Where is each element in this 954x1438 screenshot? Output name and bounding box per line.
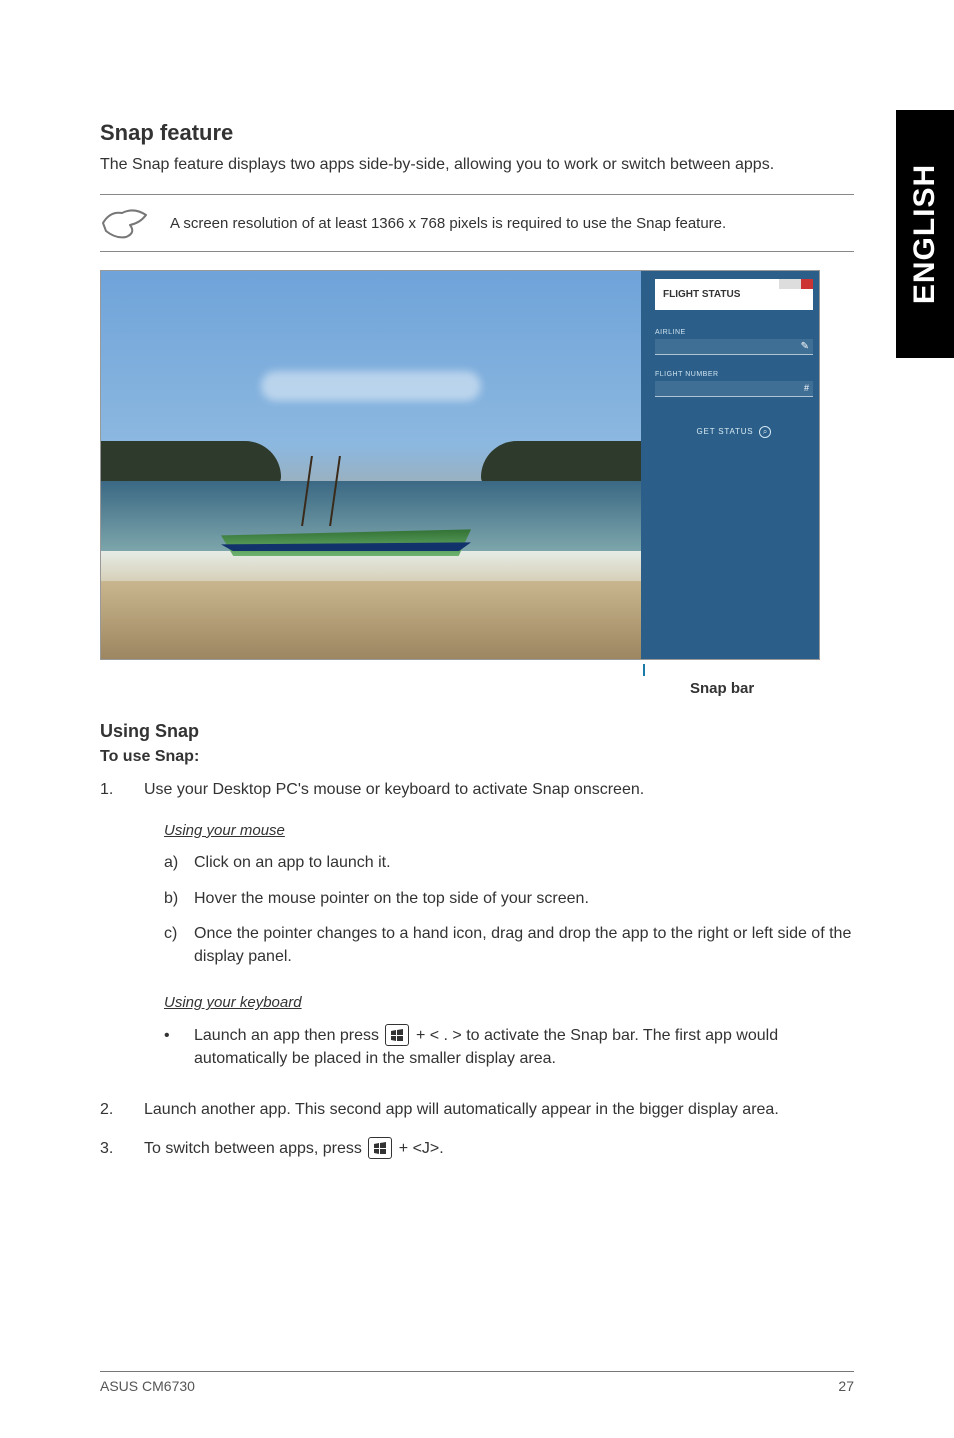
boat-illustration — [221, 486, 471, 566]
step-number: 2. — [100, 1098, 144, 1121]
note-block: A screen resolution of at least 1366 x 7… — [100, 194, 854, 252]
mouse-step-b: b) Hover the mouse pointer on the top si… — [164, 887, 854, 910]
mouse-step-c: c) Once the pointer changes to a hand ic… — [164, 922, 854, 968]
mouse-step-a: a) Click on an app to launch it. — [164, 851, 854, 874]
flight-number-label: FLIGHT NUMBER — [655, 371, 813, 378]
windows-key-icon — [368, 1137, 392, 1159]
airline-label: AIRLINE — [655, 329, 813, 336]
airline-field-group: AIRLINE ✎ — [655, 329, 813, 355]
snap-feature-intro: The Snap feature displays two apps side-… — [100, 154, 854, 176]
keyboard-bullet-pre: Launch an app then press — [194, 1027, 383, 1044]
hand-note-icon — [100, 205, 150, 241]
step-number: 3. — [100, 1137, 144, 1160]
footer-model: ASUS CM6730 — [100, 1378, 195, 1394]
step-3: 3. To switch between apps, press + <J>. — [100, 1137, 854, 1160]
window-controls-icon — [779, 279, 813, 289]
flight-status-card: FLIGHT STATUS — [655, 279, 813, 310]
snap-bar-indicator — [100, 664, 820, 678]
using-snap-title: Using Snap — [100, 721, 854, 742]
note-text: A screen resolution of at least 1366 x 7… — [170, 215, 726, 232]
page-content: Snap feature The Snap feature displays t… — [0, 50, 954, 1161]
mouse-steps: a) Click on an app to launch it. b) Hove… — [164, 851, 854, 968]
hash-icon: # — [804, 383, 809, 393]
step-3-post: + <J>. — [399, 1140, 444, 1157]
get-status-button: GET STATUS ⌕ — [647, 426, 820, 438]
step-2: 2. Launch another app. This second app w… — [100, 1098, 854, 1121]
language-tab-label: ENGLISH — [908, 164, 942, 304]
snap-feature-title: Snap feature — [100, 120, 854, 146]
using-mouse-heading: Using your mouse — [164, 820, 854, 842]
airline-input: ✎ — [655, 339, 813, 355]
flight-status-title: FLIGHT STATUS — [663, 289, 740, 300]
search-circle-icon: ⌕ — [759, 426, 771, 438]
page-footer: ASUS CM6730 27 — [100, 1371, 854, 1394]
pencil-icon: ✎ — [801, 341, 809, 352]
flight-number-input: # — [655, 381, 813, 397]
get-status-label: GET STATUS — [697, 428, 754, 437]
snap-screenshot: FLIGHT STATUS AIRLINE ✎ FLIGHT NUMBER # … — [100, 270, 820, 660]
keyboard-step: • Launch an app then press + < . > to ac… — [164, 1024, 854, 1070]
using-keyboard-heading: Using your keyboard — [164, 992, 854, 1014]
windows-key-icon — [385, 1024, 409, 1046]
keyboard-steps: • Launch an app then press + < . > to ac… — [164, 1024, 854, 1070]
step-1-text: Use your Desktop PC's mouse or keyboard … — [144, 778, 854, 801]
footer-page-number: 27 — [838, 1378, 854, 1394]
left-app-photo — [101, 271, 641, 659]
snap-bar-label: Snap bar — [100, 680, 820, 697]
to-use-snap: To use Snap: — [100, 748, 854, 766]
steps-list: 1. Use your Desktop PC's mouse or keyboa… — [100, 778, 854, 1160]
flight-number-field-group: FLIGHT NUMBER # — [655, 371, 813, 397]
step-1: 1. Use your Desktop PC's mouse or keyboa… — [100, 778, 854, 1082]
right-app-flight-status: FLIGHT STATUS AIRLINE ✎ FLIGHT NUMBER # … — [647, 271, 820, 659]
step-number: 1. — [100, 778, 144, 1082]
step-3-pre: To switch between apps, press — [144, 1140, 366, 1157]
language-tab: ENGLISH — [896, 110, 954, 358]
